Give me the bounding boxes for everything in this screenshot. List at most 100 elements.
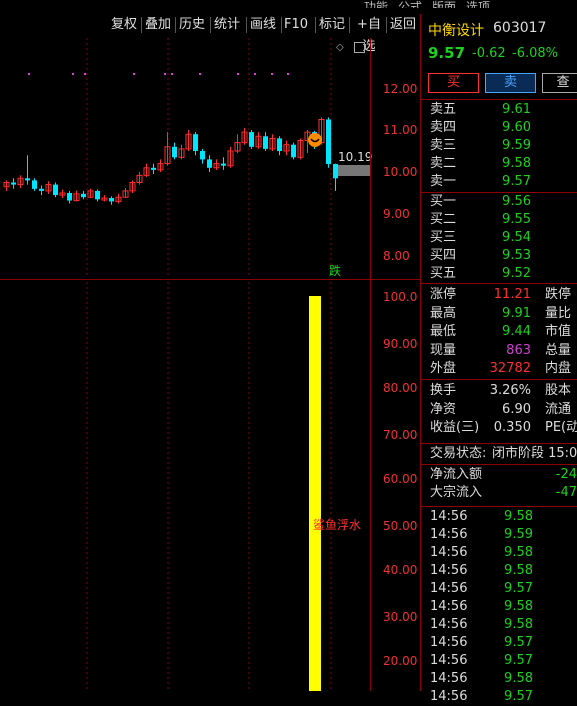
- stat-row: 净资 6.90 流通: [421, 401, 577, 419]
- candle-body: [81, 193, 86, 198]
- toolbar-button[interactable]: 叠加: [143, 14, 173, 36]
- ask-row[interactable]: 卖一 9.57: [421, 173, 577, 191]
- stat-label: 收益(三): [430, 420, 480, 435]
- status-label: 交易状态:: [430, 446, 487, 461]
- candle-body: [39, 188, 44, 191]
- bid-price: 9.54: [502, 230, 531, 245]
- signal-dot: [28, 73, 30, 75]
- bid-row[interactable]: 买四 9.53: [421, 247, 577, 265]
- tick-row: 14:56 9.58: [421, 508, 577, 526]
- signal-dot: [133, 73, 135, 75]
- indicator-label: 鲨鱼浮水: [313, 518, 362, 532]
- candle-body: [32, 180, 37, 189]
- ask-price: 9.57: [502, 174, 531, 189]
- tick-price: 9.58: [504, 509, 533, 524]
- tick-price: 9.58: [504, 563, 533, 578]
- candle-body: [95, 190, 100, 200]
- ask-row[interactable]: 卖三 9.59: [421, 137, 577, 155]
- kline-y-tick: 10.00: [383, 165, 418, 179]
- flow-label: 净流入额: [430, 467, 483, 482]
- kline-chart[interactable]: [0, 38, 370, 276]
- separator: [421, 506, 577, 507]
- ask-label: 卖五: [430, 102, 457, 117]
- menu-item[interactable]: 选项: [466, 0, 490, 8]
- stat-label: 净资: [430, 401, 457, 417]
- indicator-chart[interactable]: [0, 282, 370, 691]
- ask-price: 9.59: [502, 138, 531, 153]
- signal-dot: [199, 73, 201, 75]
- bid-label: 买四: [430, 248, 457, 263]
- buy-button[interactable]: 买: [428, 73, 479, 93]
- ask-price: 9.61: [502, 102, 531, 117]
- stat-label-2: 股本: [545, 383, 572, 398]
- indicator-y-tick: 100.0: [383, 290, 418, 304]
- bid-label: 买二: [430, 212, 457, 227]
- price-change: -0.62: [472, 46, 506, 61]
- toolbar-button[interactable]: +自选: [351, 14, 387, 54]
- toolbar-separator: [175, 17, 176, 33]
- tick-price: 9.57: [504, 581, 533, 596]
- tick-time: 14:56: [430, 563, 468, 578]
- candle-body: [207, 159, 212, 168]
- ask-row[interactable]: 卖五 9.61: [421, 101, 577, 119]
- bid-row[interactable]: 买三 9.54: [421, 229, 577, 247]
- ask-row[interactable]: 卖四 9.60: [421, 119, 577, 137]
- toolbar-separator: [246, 17, 247, 33]
- kline-y-tick: 12.00: [383, 82, 418, 96]
- stat-row: 外盘 32782 内盘: [421, 360, 577, 378]
- menu-item[interactable]: 功能: [364, 0, 388, 8]
- stat-label-2: 总量: [545, 342, 572, 358]
- bid-row[interactable]: 买五 9.52: [421, 265, 577, 283]
- flow-row: 大宗流入 -47: [421, 484, 577, 502]
- menu-item[interactable]: 版面: [432, 0, 456, 8]
- toolbar-separator: [281, 17, 282, 33]
- signal-dot: [237, 73, 239, 75]
- tick-time: 14:56: [430, 671, 468, 686]
- stat-label: 最高: [430, 305, 457, 321]
- stat-label-2: 内盘: [545, 361, 572, 376]
- tick-time: 14:56: [430, 509, 468, 524]
- toolbar-button[interactable]: 返回: [388, 14, 418, 36]
- bid-price: 9.52: [502, 266, 531, 281]
- toolbar-button[interactable]: 复权: [109, 14, 139, 36]
- toolbar-button[interactable]: 画线: [248, 14, 278, 36]
- tick-time: 14:56: [430, 599, 468, 614]
- bid-row[interactable]: 买二 9.55: [421, 211, 577, 229]
- tick-time: 14:56: [430, 653, 468, 668]
- kline-y-tick: 9.00: [383, 207, 410, 221]
- toolbar-separator: [315, 17, 316, 33]
- bid-row[interactable]: 买一 9.56: [421, 193, 577, 211]
- separator: [421, 99, 577, 100]
- toolbar-button[interactable]: 历史: [177, 14, 207, 36]
- tick-time: 14:56: [430, 617, 468, 632]
- down-marker: 跌: [329, 264, 342, 278]
- toolbar-button[interactable]: 统计: [212, 14, 242, 36]
- signal-dot: [271, 73, 273, 75]
- stat-label: 换手: [430, 383, 457, 398]
- flow-value: -24: [555, 467, 577, 482]
- ask-price: 9.58: [502, 156, 531, 171]
- panel-toggle-icon[interactable]: [354, 42, 365, 53]
- flow-value: -47: [555, 485, 577, 500]
- top-menu: 功能 公式 版面 选项: [364, 0, 577, 8]
- sell-button[interactable]: 卖: [485, 73, 536, 93]
- separator: [421, 443, 577, 444]
- separator: [421, 464, 577, 465]
- kline-y-tick: 8.00: [383, 249, 410, 263]
- query-button[interactable]: 查: [542, 73, 577, 93]
- candle-body: [53, 184, 58, 196]
- toolbar-button[interactable]: F10: [283, 14, 309, 36]
- diamond-icon[interactable]: ◇: [336, 42, 344, 53]
- toolbar-separator: [349, 17, 350, 33]
- tick-time: 14:56: [430, 635, 468, 650]
- ask-row[interactable]: 卖二 9.58: [421, 155, 577, 173]
- tick-row: 14:56 9.57: [421, 580, 577, 598]
- quote-panel: 中衡设计 603017 9.57 -0.62 -6.08% 买 卖 查 卖五 9.…: [421, 14, 577, 704]
- candle-body: [67, 193, 72, 201]
- stat-value: 0.350: [493, 420, 531, 435]
- indicator-y-tick: 40.00: [383, 563, 418, 577]
- toolbar-button[interactable]: 标记: [317, 14, 347, 36]
- menu-item[interactable]: 公式: [398, 0, 422, 8]
- indicator-y-tick: 20.00: [383, 654, 418, 668]
- tick-row: 14:56 9.58: [421, 598, 577, 616]
